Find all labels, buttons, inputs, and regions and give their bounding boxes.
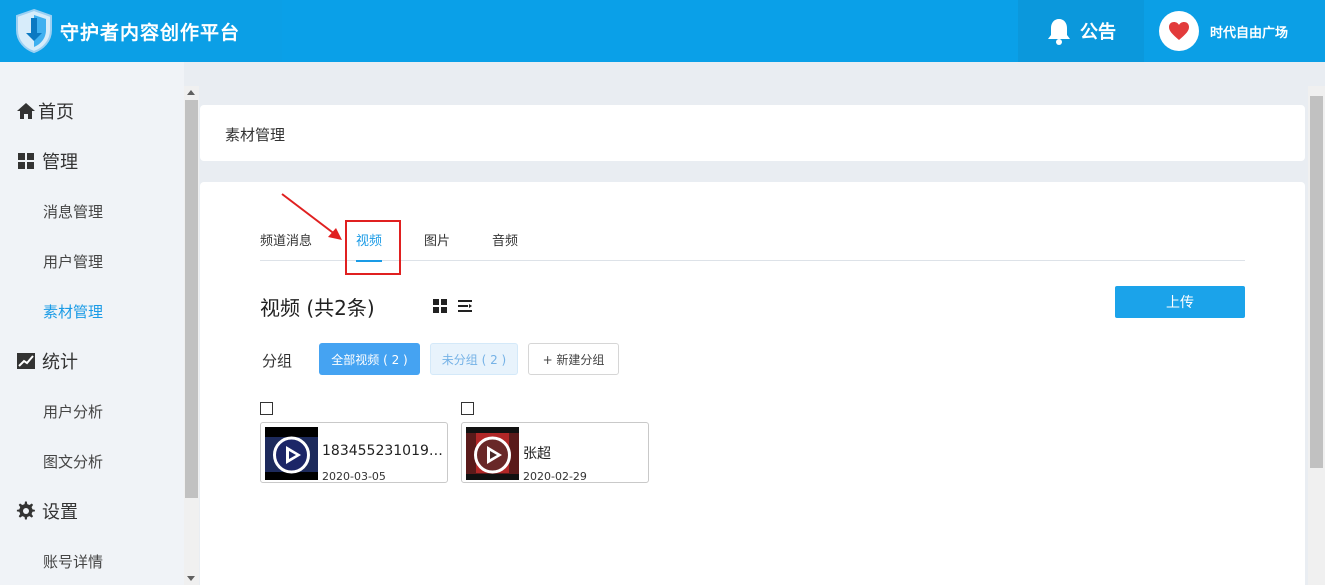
sidebar-item-label: 统计 xyxy=(42,352,78,373)
tab-audio[interactable]: 音频 xyxy=(492,232,518,261)
notice-button[interactable]: 公告 xyxy=(1018,0,1144,62)
video-card[interactable]: 1834552310199... 2020-03-05 xyxy=(260,422,448,483)
scroll-thumb[interactable] xyxy=(185,100,198,498)
heart-icon xyxy=(1169,22,1189,40)
video-card[interactable]: 张超 2020-02-29 xyxy=(461,422,649,483)
material-panel: 频道消息 视频 图片 音频 视频 (共2条) 上传 分组 全部视频 ( 2 ) … xyxy=(200,182,1305,585)
scroll-down-icon[interactable] xyxy=(187,576,195,581)
sidebar-scrollbar[interactable] xyxy=(184,86,199,585)
sidebar-item-manage[interactable]: 管理 xyxy=(16,148,78,174)
top-header: 守护者内容创作平台 公告 时代自由广场 xyxy=(0,0,1325,62)
video-checkbox[interactable] xyxy=(260,402,273,415)
app-title: 守护者内容创作平台 xyxy=(60,21,241,44)
sidebar-item-account[interactable]: 账号详情 xyxy=(43,551,103,572)
gear-icon xyxy=(16,501,35,520)
tab-label: 图片 xyxy=(424,234,451,249)
new-group-button[interactable]: + 新建分组 xyxy=(528,343,619,375)
video-thumbnail xyxy=(265,427,318,480)
video-title: 张超 xyxy=(523,446,551,462)
section-title: 视频 (共2条) xyxy=(260,296,375,320)
scroll-thumb[interactable] xyxy=(1310,96,1323,468)
sidebar-item-label: 首页 xyxy=(38,102,74,123)
sidebar: 首页 管理 消息管理 用户管理 素材管理 统计 用户分析 图文分析 设置 账号详… xyxy=(0,62,184,585)
home-icon xyxy=(17,103,35,119)
tab-images[interactable]: 图片 xyxy=(424,232,450,261)
shield-logo-icon xyxy=(16,8,52,54)
sidebar-item-label: 管理 xyxy=(42,152,78,173)
breadcrumb: 素材管理 xyxy=(225,126,286,144)
breadcrumb-card: 素材管理 xyxy=(200,105,1305,161)
group-all-button[interactable]: 全部视频 ( 2 ) xyxy=(319,343,420,375)
sidebar-item-materials[interactable]: 素材管理 xyxy=(43,301,103,322)
tab-label: 音频 xyxy=(492,234,519,249)
grid-icon xyxy=(18,153,34,169)
video-thumbnail xyxy=(466,427,519,480)
media-tabs: 频道消息 视频 图片 音频 xyxy=(260,232,1245,262)
user-menu[interactable]: 时代自由广场 xyxy=(1144,0,1325,62)
scroll-up-icon[interactable] xyxy=(187,90,195,95)
sidebar-item-stats[interactable]: 统计 xyxy=(16,348,78,374)
sidebar-item-article-analysis[interactable]: 图文分析 xyxy=(43,451,103,472)
tab-channel-messages[interactable]: 频道消息 xyxy=(260,232,312,261)
annotation-highlight-box xyxy=(345,220,401,275)
video-date: 2020-03-05 xyxy=(322,470,386,483)
sidebar-item-messages[interactable]: 消息管理 xyxy=(43,201,103,222)
main-scrollbar[interactable] xyxy=(1308,86,1325,585)
sidebar-item-home[interactable]: 首页 xyxy=(16,98,74,124)
group-label: 分组 xyxy=(262,352,293,370)
notice-label: 公告 xyxy=(1080,22,1116,43)
avatar[interactable] xyxy=(1159,11,1199,51)
upload-button[interactable]: 上传 xyxy=(1115,286,1245,318)
sidebar-item-settings[interactable]: 设置 xyxy=(16,498,78,524)
grid-view-icon[interactable] xyxy=(432,298,448,314)
tab-label: 频道消息 xyxy=(260,234,313,249)
list-view-icon[interactable] xyxy=(457,298,473,314)
sidebar-item-users[interactable]: 用户管理 xyxy=(43,251,103,272)
username: 时代自由广场 xyxy=(1210,25,1289,41)
video-title: 1834552310199... xyxy=(322,443,446,459)
chart-icon xyxy=(17,353,35,369)
video-date: 2020-02-29 xyxy=(523,470,587,483)
logo-area[interactable]: 守护者内容创作平台 xyxy=(0,0,282,62)
sidebar-item-user-analysis[interactable]: 用户分析 xyxy=(43,401,103,422)
group-ungrouped-button[interactable]: 未分组 ( 2 ) xyxy=(430,343,518,375)
bell-icon xyxy=(1048,19,1070,45)
sidebar-item-label: 设置 xyxy=(42,502,78,523)
video-checkbox[interactable] xyxy=(461,402,474,415)
view-toggle xyxy=(432,298,473,314)
